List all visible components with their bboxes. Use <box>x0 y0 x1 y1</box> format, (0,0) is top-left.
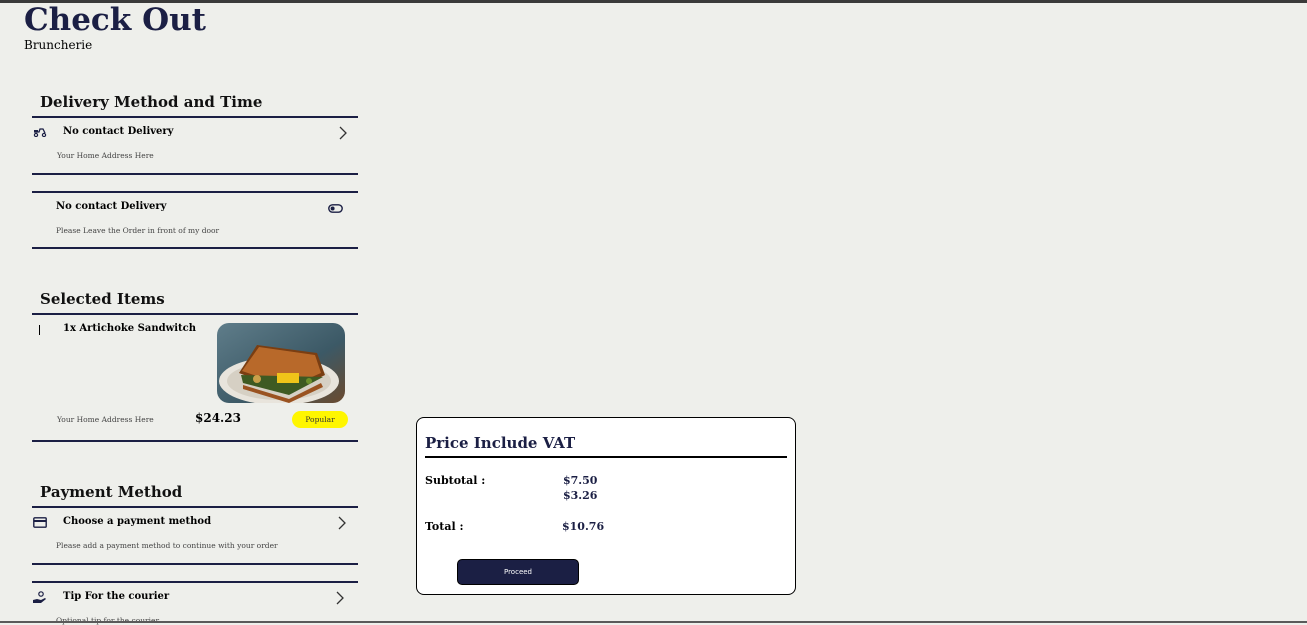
no-contact-instructions: Please Leave the Order in front of my do… <box>56 226 220 235</box>
payment-section-title: Payment Method <box>40 483 183 501</box>
item-name: 1x Artichoke Sandwitch <box>63 323 196 334</box>
divider <box>32 313 358 315</box>
no-contact-option-title: No contact Delivery <box>56 201 167 212</box>
divider <box>32 506 358 508</box>
divider <box>32 247 358 249</box>
total-value: $10.76 <box>562 520 605 533</box>
divider <box>32 563 358 565</box>
subtotal-label: Subtotal : <box>425 474 486 487</box>
scooter-icon <box>33 128 47 137</box>
item-price: $24.23 <box>195 411 241 425</box>
divider <box>32 173 358 175</box>
divider <box>32 116 358 118</box>
divider <box>32 581 358 583</box>
chevron-right-icon[interactable] <box>334 591 346 605</box>
credit-card-icon <box>33 517 47 528</box>
selected-items-title: Selected Items <box>40 290 165 308</box>
item-address: Your Home Address Here <box>57 415 154 424</box>
divider <box>32 440 358 442</box>
chevron-right-icon[interactable] <box>336 516 348 530</box>
hand-coin-icon <box>33 591 46 603</box>
delivery-method-title: No contact Delivery <box>63 126 174 137</box>
item-marker <box>39 325 40 335</box>
tip-title: Tip For the courier <box>63 591 170 602</box>
page-title: Check Out <box>24 2 206 38</box>
summary-title: Price Include VAT <box>425 434 576 452</box>
extra-value: $3.26 <box>563 489 598 502</box>
restaurant-name: Bruncherie <box>24 38 93 52</box>
payment-method-hint: Please add a payment method to continue … <box>56 541 278 550</box>
proceed-button[interactable]: Proceed <box>457 559 579 585</box>
total-label: Total : <box>425 520 464 533</box>
chevron-right-icon[interactable] <box>337 126 349 140</box>
popular-badge: Popular <box>292 411 348 428</box>
subtotal-value: $7.50 <box>563 474 598 487</box>
delivery-address: Your Home Address Here <box>57 151 154 160</box>
divider <box>32 191 358 193</box>
price-summary-card: Price Include VAT Subtotal : $7.50 $3.26… <box>416 417 796 595</box>
divider <box>425 456 787 458</box>
toggle-icon[interactable] <box>328 204 343 213</box>
delivery-section-title: Delivery Method and Time <box>40 93 263 111</box>
sandwich-photo <box>217 323 345 403</box>
payment-method-title: Choose a payment method <box>63 516 212 527</box>
